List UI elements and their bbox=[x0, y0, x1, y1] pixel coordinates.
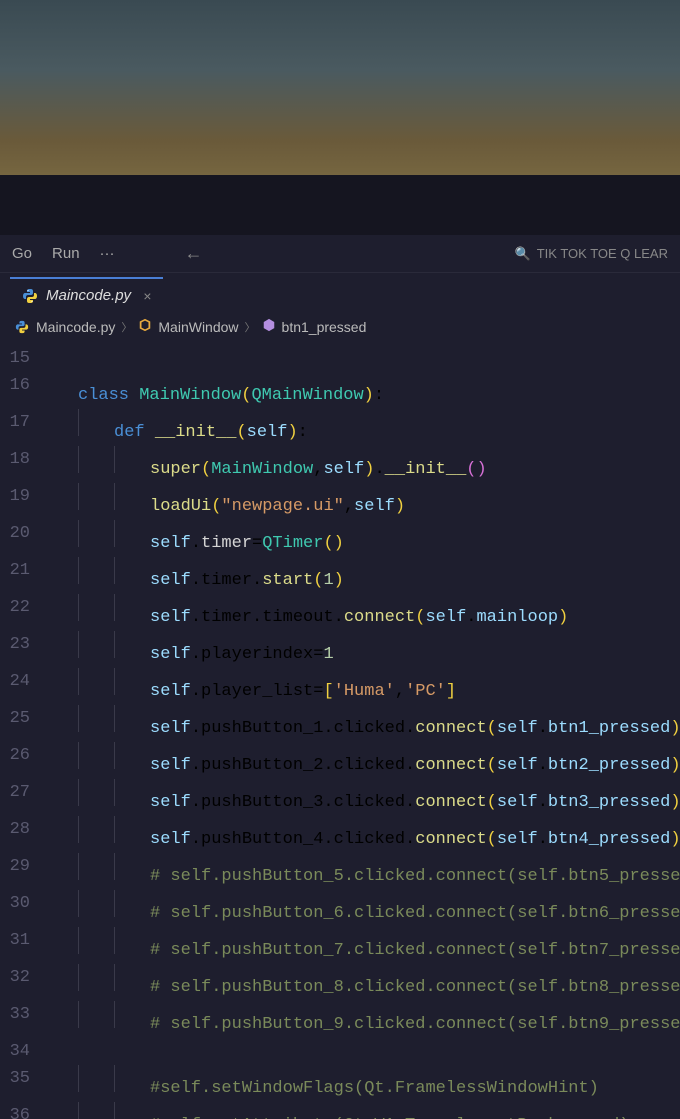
gutter-line-number: 35 bbox=[0, 1065, 42, 1102]
gutter-line-number: 34 bbox=[0, 1038, 42, 1065]
code-line: 16class MainWindow(QMainWindow): bbox=[0, 372, 680, 409]
breadcrumb-method: btn1_pressed bbox=[282, 319, 367, 335]
python-file-icon bbox=[14, 319, 30, 335]
python-file-icon bbox=[22, 288, 38, 304]
gutter-line-number: 28 bbox=[0, 816, 42, 853]
tab-active[interactable]: Maincode.py × bbox=[10, 277, 163, 312]
menu-run[interactable]: Run bbox=[52, 245, 80, 262]
gutter-line-number: 24 bbox=[0, 668, 42, 705]
code-line: 24self.player_list=['Huma','PC'] bbox=[0, 668, 680, 705]
gutter-line-number: 22 bbox=[0, 594, 42, 631]
code-line: 15 bbox=[0, 345, 680, 372]
code-line: 25self.pushButton_1.clicked.connect(self… bbox=[0, 705, 680, 742]
gutter-line-number: 17 bbox=[0, 409, 42, 446]
code-line: 18super(MainWindow,self).__init__() bbox=[0, 446, 680, 483]
gutter-line-number: 32 bbox=[0, 964, 42, 1001]
gutter-line-number: 20 bbox=[0, 520, 42, 557]
code-line: 21self.timer.start(1) bbox=[0, 557, 680, 594]
search-box[interactable]: 🔍 TIK TOK TOE Q LEAR bbox=[515, 246, 668, 262]
breadcrumb-class: MainWindow bbox=[158, 319, 238, 335]
code-line: 33# self.pushButton_9.clicked.connect(se… bbox=[0, 1001, 680, 1038]
menu-go[interactable]: Go bbox=[12, 245, 32, 262]
breadcrumb-file: Maincode.py bbox=[36, 319, 115, 335]
chevron-right-icon: 〉 bbox=[245, 319, 256, 335]
search-text: TIK TOK TOE Q LEAR bbox=[537, 246, 668, 261]
gutter-line-number: 23 bbox=[0, 631, 42, 668]
code-line: 20self.timer=QTimer() bbox=[0, 520, 680, 557]
editor-window: Go Run ··· ← 🔍 TIK TOK TOE Q LEAR Mainco… bbox=[0, 235, 680, 907]
gutter-line-number: 16 bbox=[0, 372, 42, 409]
gutter-line-number: 15 bbox=[0, 345, 42, 372]
tab-filename: Maincode.py bbox=[46, 287, 131, 304]
code-line: 27self.pushButton_3.clicked.connect(self… bbox=[0, 779, 680, 816]
menu-bar: Go Run ··· ← 🔍 TIK TOK TOE Q LEAR bbox=[0, 235, 680, 273]
code-line: 34 bbox=[0, 1038, 680, 1065]
code-line: 35#self.setWindowFlags(Qt.FramelessWindo… bbox=[0, 1065, 680, 1102]
class-icon bbox=[138, 318, 152, 335]
gutter-line-number: 30 bbox=[0, 890, 42, 927]
code-editor[interactable]: 15 16class MainWindow(QMainWindow): 17de… bbox=[0, 341, 680, 1119]
back-arrow-icon[interactable]: ← bbox=[185, 243, 203, 264]
gutter-line-number: 18 bbox=[0, 446, 42, 483]
method-icon bbox=[262, 318, 276, 335]
gutter-line-number: 29 bbox=[0, 853, 42, 890]
breadcrumb[interactable]: Maincode.py 〉 MainWindow 〉 btn1_pressed bbox=[0, 312, 680, 341]
code-line: 32# self.pushButton_8.clicked.connect(se… bbox=[0, 964, 680, 1001]
code-line: 30# self.pushButton_6.clicked.connect(se… bbox=[0, 890, 680, 927]
gutter-line-number: 25 bbox=[0, 705, 42, 742]
code-line: 22self.timer.timeout.connect(self.mainlo… bbox=[0, 594, 680, 631]
gutter-line-number: 36 bbox=[0, 1102, 42, 1119]
code-line: 36#self.setAttribute(Qt.WA_TranslucentBa… bbox=[0, 1102, 680, 1119]
code-line: 31# self.pushButton_7.clicked.connect(se… bbox=[0, 927, 680, 964]
gutter-line-number: 31 bbox=[0, 927, 42, 964]
gutter-line-number: 33 bbox=[0, 1001, 42, 1038]
gutter-line-number: 27 bbox=[0, 779, 42, 816]
menu-more[interactable]: ··· bbox=[100, 245, 115, 262]
gutter-line-number: 21 bbox=[0, 557, 42, 594]
search-icon: 🔍 bbox=[515, 246, 531, 262]
close-icon[interactable]: × bbox=[143, 288, 151, 304]
physical-background bbox=[0, 0, 680, 235]
code-line: 19loadUi("newpage.ui",self) bbox=[0, 483, 680, 520]
gutter-line-number: 26 bbox=[0, 742, 42, 779]
chevron-right-icon: 〉 bbox=[121, 319, 132, 335]
code-line: 28self.pushButton_4.clicked.connect(self… bbox=[0, 816, 680, 853]
code-line: 23self.playerindex=1 bbox=[0, 631, 680, 668]
tab-bar: Maincode.py × bbox=[0, 273, 680, 312]
code-line: 17def __init__(self): bbox=[0, 409, 680, 446]
gutter-line-number: 19 bbox=[0, 483, 42, 520]
code-line: 29# self.pushButton_5.clicked.connect(se… bbox=[0, 853, 680, 890]
code-line: 26self.pushButton_2.clicked.connect(self… bbox=[0, 742, 680, 779]
